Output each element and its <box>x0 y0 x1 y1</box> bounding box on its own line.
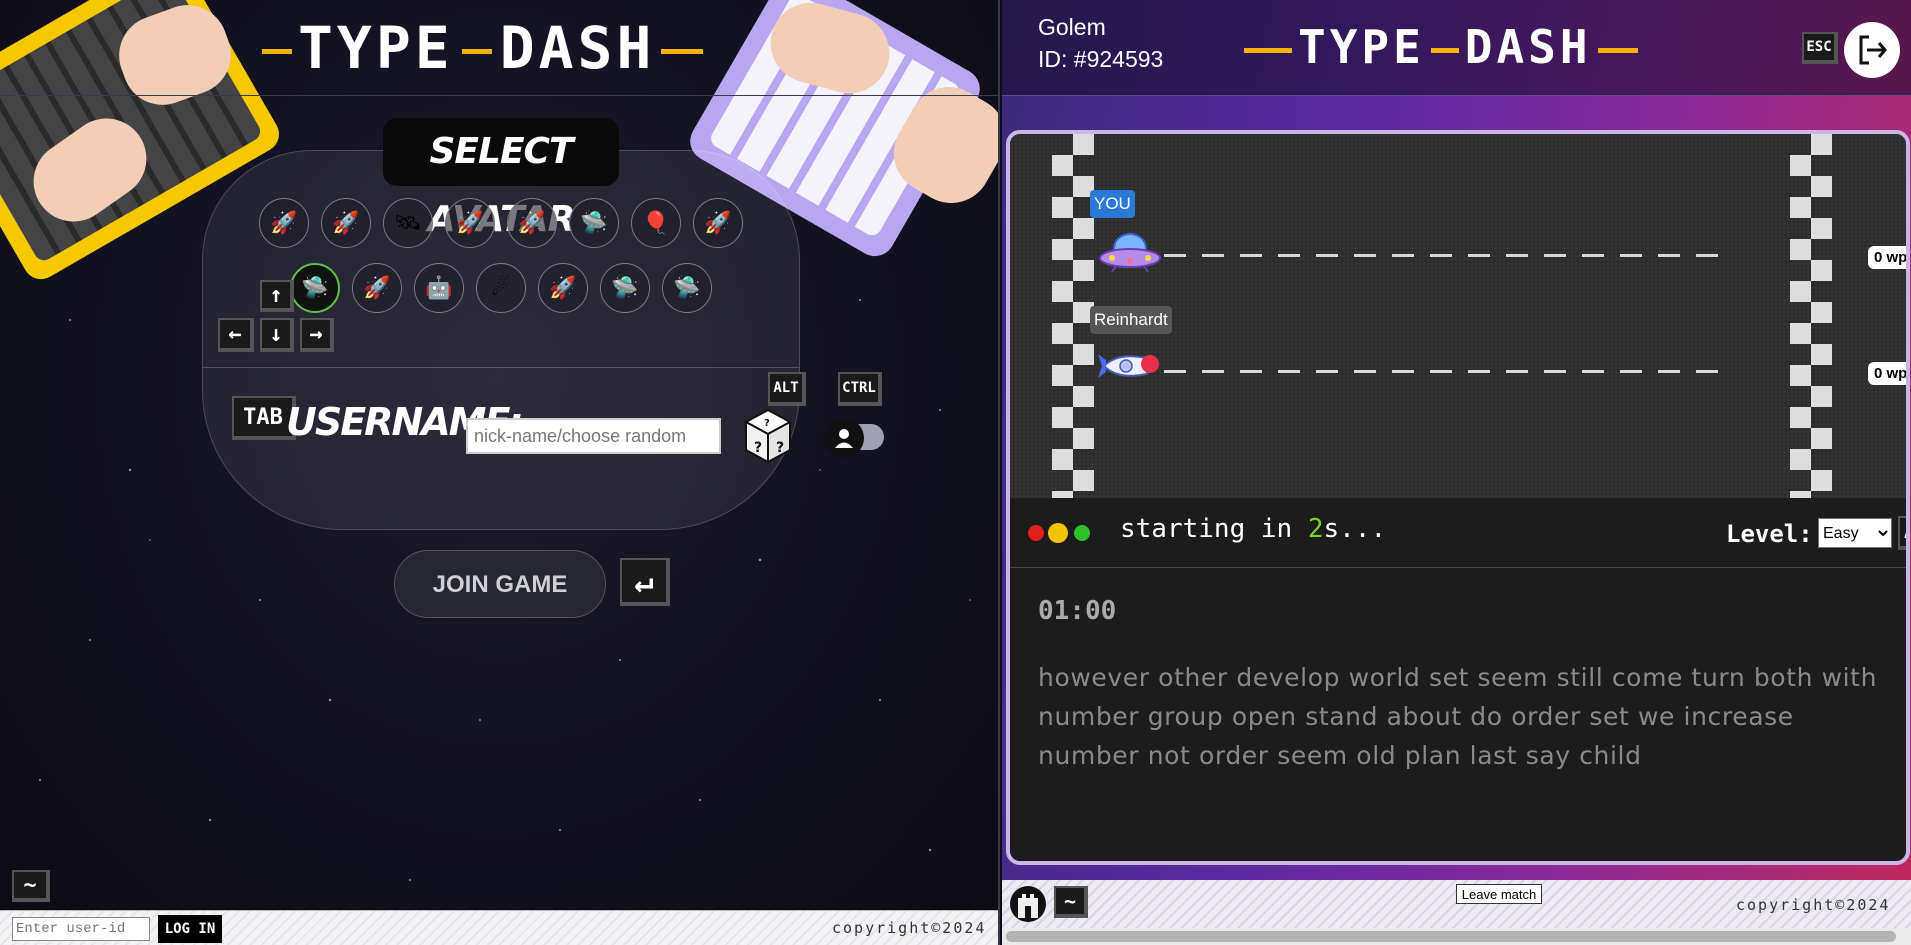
esc-key: ESC <box>1802 32 1838 64</box>
rocket-icon[interactable]: 🚀 <box>538 263 588 313</box>
blimp-icon[interactable]: 🛸 <box>569 198 619 248</box>
ufo-icon <box>1099 233 1161 273</box>
race-track: YOU 0 wpm Reinhardt 0 wpm <box>1010 134 1906 498</box>
countdown-status: starting in 2s... <box>1120 514 1387 544</box>
satellite-icon[interactable]: 🛰 <box>383 198 433 248</box>
rocket-icon[interactable]: 🚀 <box>507 198 557 248</box>
lobby-panel: TYPE DASH SELECT AVATAR 🚀 🚀 🛰 🚀 🚀 🛸 🎈 🚀 🛸 🚀 🤖 ☄ 🚀 🛸 🛸 … <box>0 0 1000 945</box>
a-key: A <box>1898 516 1906 550</box>
game-panel: YOU 0 wpm Reinhardt 0 wpm <box>1006 130 1910 865</box>
svg-text:?: ? <box>754 440 762 456</box>
leave-match-button[interactable]: Leave match <box>1456 884 1542 904</box>
user-icon <box>824 418 864 458</box>
copyright-text: copyright©2024 <box>832 919 987 937</box>
lane-line <box>1164 370 1734 373</box>
svg-text:?: ? <box>776 440 784 456</box>
lobby-footer: LOG IN copyright©2024 <box>0 910 998 945</box>
arrow-up-key: ↑ <box>260 280 294 312</box>
copyright-text: copyright©2024 <box>1736 896 1891 914</box>
type-dash-logo: TYPE DASH <box>262 14 704 82</box>
status-bar: starting in 2s... Level: Easy A <box>1010 498 1906 568</box>
horizontal-scrollbar[interactable] <box>1002 928 1911 945</box>
rocket-icon <box>1098 354 1159 378</box>
race-header: Golem ID: #924593 TYPE DASH ESC <box>1002 0 1911 96</box>
countdown-number: 2 <box>1307 514 1324 544</box>
typing-passage[interactable]: however other develop world set seem sti… <box>1038 658 1886 775</box>
finish-line <box>1790 134 1832 498</box>
guest-toggle[interactable] <box>824 418 886 458</box>
username-input[interactable] <box>466 418 721 454</box>
robot-icon[interactable]: 🤖 <box>414 263 464 313</box>
arrow-left-key: ← <box>218 318 254 352</box>
race-footer: ~ Leave match copyright©2024 <box>1002 880 1911 928</box>
comet-icon[interactable]: ☄ <box>476 263 526 313</box>
racer-label-you: YOU <box>1090 190 1135 218</box>
enter-key: ↵ <box>620 558 670 606</box>
player-name: Golem <box>1038 14 1106 40</box>
wpm-badge: 0 wpm <box>1868 362 1906 385</box>
ctrl-key: CTRL <box>838 372 882 406</box>
race-panel: Golem ID: #924593 TYPE DASH ESC YOU 0 wp… <box>1002 0 1911 945</box>
type-dash-logo: TYPE DASH <box>1244 20 1638 74</box>
traffic-light-yellow <box>1048 523 1068 543</box>
alt-key: ALT <box>768 372 806 406</box>
spaceship-icon[interactable]: 🚀 <box>352 263 402 313</box>
arrow-down-key: ↓ <box>260 318 294 352</box>
log-in-button[interactable]: LOG IN <box>158 915 222 943</box>
race-timer: 01:00 <box>1038 596 1117 626</box>
ufo-icon[interactable]: 🛸 <box>662 263 712 313</box>
select-avatar-title: SELECT AVATAR <box>383 118 619 240</box>
wpm-badge: 0 wpm <box>1868 246 1906 269</box>
rocket-icon[interactable]: 🚀 <box>693 198 743 248</box>
lane-line <box>1164 254 1734 257</box>
racer-label-opponent: Reinhardt <box>1090 306 1172 334</box>
svg-text:?: ? <box>764 418 770 429</box>
arrow-right-key: → <box>300 318 334 352</box>
level-label: Level: <box>1726 520 1813 548</box>
spaceship-icon[interactable]: 🚀 <box>445 198 495 248</box>
ufo-icon[interactable]: 🛸 <box>600 263 650 313</box>
user-id-input[interactable] <box>12 917 150 941</box>
join-game-button[interactable]: JOIN GAME <box>394 550 606 618</box>
start-line <box>1052 134 1094 498</box>
blimp-icon[interactable]: 🎈 <box>631 198 681 248</box>
tilde-key[interactable]: ~ <box>12 870 50 902</box>
rocket-icon[interactable]: 🚀 <box>259 198 309 248</box>
exit-button[interactable] <box>1844 22 1900 78</box>
logout-icon <box>1859 35 1887 65</box>
level-select[interactable]: Easy <box>1818 518 1892 548</box>
spaceship-icon[interactable]: 🛸 <box>290 263 340 313</box>
traffic-light-red <box>1028 525 1044 541</box>
tilde-key[interactable]: ~ <box>1054 886 1088 918</box>
random-dice-icon[interactable]: ? ? ? <box>744 408 792 464</box>
player-id: ID: #924593 <box>1038 46 1164 72</box>
rocket-icon[interactable]: 🚀 <box>321 198 371 248</box>
castle-icon[interactable] <box>1010 886 1046 922</box>
lobby-header: TYPE DASH <box>0 0 998 96</box>
traffic-light-green <box>1074 525 1090 541</box>
